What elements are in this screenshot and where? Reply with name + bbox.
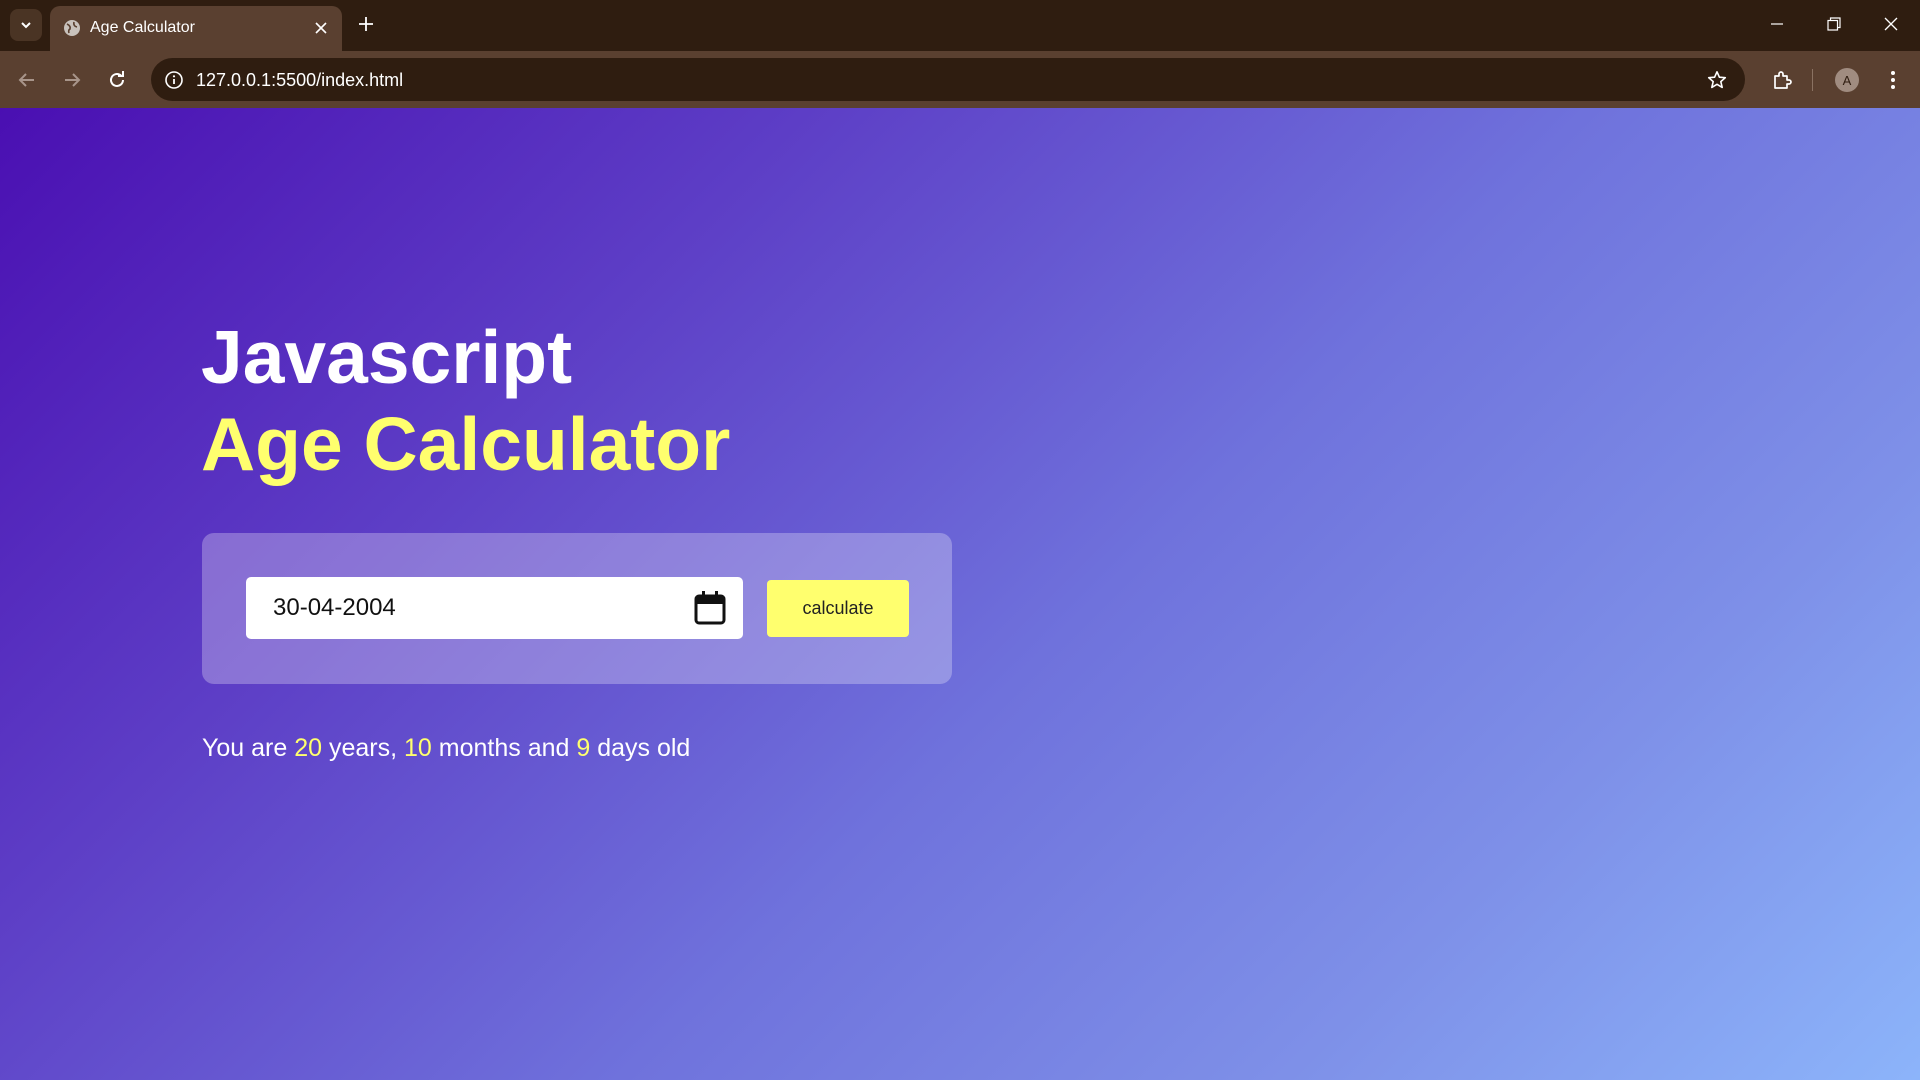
- restore-button[interactable]: [1814, 8, 1854, 40]
- star-icon: [1707, 71, 1727, 89]
- calculate-button[interactable]: calculate: [767, 580, 909, 637]
- close-icon: [315, 22, 327, 34]
- browser-tab-bar: Age Calculator: [0, 0, 1920, 51]
- url-text: 127.0.0.1:5500/index.html: [196, 70, 404, 90]
- address-bar[interactable]: 127.0.0.1:5500/index.html: [151, 58, 1745, 101]
- info-icon: [165, 71, 183, 89]
- reload-icon: [110, 71, 124, 87]
- globe-icon: [64, 20, 80, 36]
- result-years: 20: [294, 734, 323, 762]
- profile-button[interactable]: A: [1832, 65, 1862, 95]
- toolbar-divider: [1812, 69, 1813, 91]
- chevron-down-icon: [21, 22, 31, 29]
- forward-arrow-icon: [65, 73, 81, 87]
- minimize-icon: [1771, 23, 1783, 25]
- extensions-button[interactable]: [1767, 65, 1797, 95]
- new-tab-button[interactable]: [352, 10, 380, 38]
- result-months: 10: [404, 734, 432, 762]
- browser-tab-active[interactable]: Age Calculator: [50, 6, 342, 51]
- title-line-age-calculator: Age Calculator: [201, 402, 731, 486]
- tab-close-button[interactable]: [310, 17, 332, 39]
- result-months-label: months and: [431, 734, 577, 762]
- close-window-button[interactable]: [1871, 8, 1911, 40]
- birthdate-input[interactable]: 30-04-2004: [246, 577, 743, 639]
- menu-icon: [1891, 71, 1895, 89]
- browser-toolbar: 127.0.0.1:5500/index.html A: [0, 51, 1920, 108]
- avatar: A: [1835, 68, 1859, 92]
- tab-search-button[interactable]: [10, 9, 42, 41]
- browser-menu-button[interactable]: [1878, 65, 1908, 95]
- restore-icon: [1827, 17, 1841, 31]
- tab-title: Age Calculator: [90, 19, 195, 36]
- result-days-label: days old: [590, 734, 691, 762]
- title-line-javascript: Javascript: [201, 315, 573, 399]
- back-arrow-icon: [18, 73, 34, 87]
- bookmark-button[interactable]: [1705, 68, 1729, 92]
- extensions-icon: [1774, 71, 1792, 89]
- page-title: Javascript Age Calculator: [201, 314, 730, 488]
- back-button[interactable]: [12, 65, 42, 95]
- minimize-button[interactable]: [1757, 8, 1797, 40]
- birthdate-value: 30-04-2004: [273, 594, 396, 621]
- reload-button[interactable]: [102, 65, 132, 95]
- close-icon: [1884, 17, 1898, 31]
- plus-icon: [359, 17, 373, 31]
- calculator-card: 30-04-2004 calculate: [202, 533, 952, 684]
- page-viewport: Javascript Age Calculator 30-04-2004 cal…: [0, 108, 1920, 1080]
- result-prefix: You are: [202, 734, 295, 762]
- result-days: 9: [576, 734, 591, 762]
- calendar-icon[interactable]: [693, 590, 727, 626]
- age-result: You are 20 years, 10 months and 9 days o…: [202, 733, 690, 763]
- forward-button[interactable]: [57, 65, 87, 95]
- site-info-button[interactable]: [163, 69, 185, 91]
- result-years-label: years,: [322, 734, 405, 762]
